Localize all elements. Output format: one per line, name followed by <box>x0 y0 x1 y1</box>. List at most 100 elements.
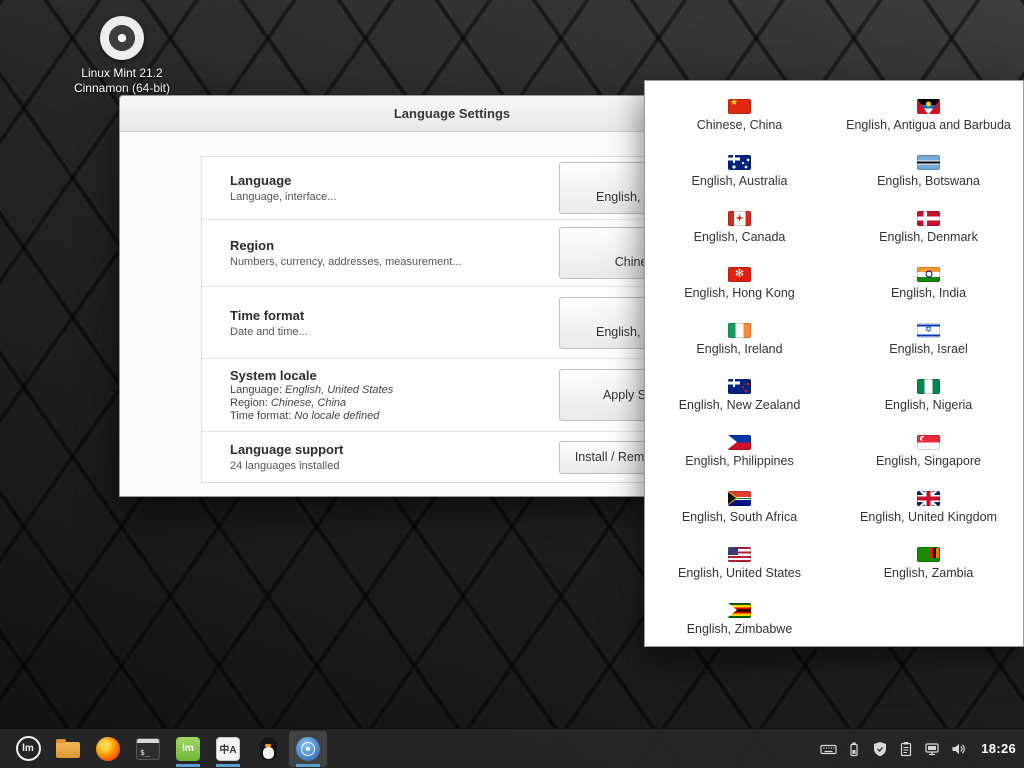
battery-icon <box>846 741 862 757</box>
flag-australia-icon <box>728 155 751 170</box>
mint-menu-button[interactable]: lm <box>9 731 47 767</box>
row-subtitle-language-support: 24 languages installed <box>230 460 343 472</box>
language-option-label: English, South Africa <box>682 510 797 524</box>
language-option-english-australia[interactable]: English, Australia <box>645 143 834 199</box>
language-option-english-israel[interactable]: English, Israel <box>834 311 1023 367</box>
detail-value: Chinese, China <box>271 397 346 409</box>
row-subtitle-language: Language, interface... <box>230 191 336 203</box>
taskbar-clock[interactable]: 18:26 <box>981 741 1016 756</box>
flag-nigeria-icon <box>917 379 940 394</box>
language-option-label: English, Zambia <box>884 566 974 580</box>
volume-icon <box>950 741 966 757</box>
language-option-label: English, Zimbabwe <box>687 622 793 636</box>
tux-icon <box>260 737 277 760</box>
detail-label: Region: <box>230 397 268 409</box>
desktop-icon-label-line2: Cinnamon (64-bit) <box>72 81 172 96</box>
language-option-english-denmark[interactable]: English, Denmark <box>834 199 1023 255</box>
language-option-english-nigeria[interactable]: English, Nigeria <box>834 367 1023 423</box>
detail-value: English, United States <box>285 384 393 396</box>
flag-new-zealand-icon <box>728 379 751 394</box>
language-option-english-south-africa[interactable]: English, South Africa <box>645 479 834 535</box>
reports-tray-button[interactable] <box>893 731 919 767</box>
language-option-english-ireland[interactable]: English, Ireland <box>645 311 834 367</box>
files-icon <box>56 742 80 758</box>
row-title-region: Region <box>230 238 462 253</box>
battery-tray-button[interactable] <box>841 731 867 767</box>
language-option-english-india[interactable]: English, India <box>834 255 1023 311</box>
language-option-label: English, Antigua and Barbuda <box>846 118 1011 132</box>
flag-botswana-icon <box>917 155 940 170</box>
flag-israel-icon <box>917 323 940 338</box>
flag-south-africa-icon <box>728 491 751 506</box>
taskbar: lm $_ lm 中A <box>0 728 1024 768</box>
language-option-english-botswana[interactable]: English, Botswana <box>834 143 1023 199</box>
mint-menu-icon: lm <box>16 736 41 761</box>
flag-denmark-icon <box>917 211 940 226</box>
language-option-english-new-zealand[interactable]: English, New Zealand <box>645 367 834 423</box>
language-settings-icon <box>296 737 320 761</box>
language-option-english-united-kingdom[interactable]: English, United Kingdom <box>834 479 1023 535</box>
language-option-label: English, India <box>891 286 966 300</box>
flag-zambia-icon <box>917 547 940 562</box>
network-tray-button[interactable] <box>919 731 945 767</box>
detail-label: Time format: <box>230 410 291 422</box>
language-option-label: English, Singapore <box>876 454 981 468</box>
volume-tray-button[interactable] <box>945 731 971 767</box>
shield-icon <box>872 741 888 757</box>
mint-installer-window-button[interactable]: lm <box>169 731 207 767</box>
language-option-english-hong-kong[interactable]: English, Hong Kong <box>645 255 834 311</box>
language-option-label: English, Israel <box>889 342 968 356</box>
system-locale-time-format-line: Time format:No locale defined <box>230 410 393 422</box>
language-option-chinese-china[interactable]: Chinese, China <box>645 87 834 143</box>
language-option-english-singapore[interactable]: English, Singapore <box>834 423 1023 479</box>
row-title-time-format: Time format <box>230 308 308 323</box>
flag-antigua-and-barbuda-icon <box>917 99 940 114</box>
system-locale-region-line: Region:Chinese, China <box>230 397 393 409</box>
files-launcher-button[interactable] <box>49 731 87 767</box>
firewall-tray-button[interactable] <box>867 731 893 767</box>
input-method-window-button[interactable]: 中A <box>209 731 247 767</box>
desktop-icon-label-line1: Linux Mint 21.2 <box>72 66 172 81</box>
tux-app-window-button[interactable] <box>249 731 287 767</box>
desktop-icon-linux-mint[interactable]: Linux Mint 21.2 Cinnamon (64-bit) <box>72 16 172 96</box>
window-title: Language Settings <box>394 106 510 121</box>
flag-singapore-icon <box>917 435 940 450</box>
terminal-launcher-button[interactable]: $_ <box>129 731 167 767</box>
language-option-label: English, Nigeria <box>885 398 973 412</box>
language-option-label: English, Australia <box>692 174 788 188</box>
terminal-icon: $_ <box>136 738 160 760</box>
row-title-system-locale: System locale <box>230 368 393 383</box>
language-option-label: English, Denmark <box>879 230 978 244</box>
flag-india-icon <box>917 267 940 282</box>
language-option-english-philippines[interactable]: English, Philippines <box>645 423 834 479</box>
row-title-language: Language <box>230 173 336 188</box>
language-option-english-antigua-and-barbuda[interactable]: English, Antigua and Barbuda <box>834 87 1023 143</box>
row-subtitle-time-format: Date and time... <box>230 326 308 338</box>
language-picker-popup: Chinese, China English, Antigua and Barb… <box>644 80 1024 647</box>
language-option-english-united-states[interactable]: English, United States <box>645 535 834 591</box>
language-option-english-zambia[interactable]: English, Zambia <box>834 535 1023 591</box>
firefox-icon <box>96 737 120 761</box>
flag-china-icon <box>728 99 751 114</box>
language-option-label: English, Philippines <box>685 454 793 468</box>
language-settings-window-button[interactable] <box>289 731 327 767</box>
language-option-english-zimbabwe[interactable]: English, Zimbabwe <box>645 591 834 647</box>
language-option-english-canada[interactable]: English, Canada <box>645 199 834 255</box>
flag-hong-kong-icon <box>728 267 751 282</box>
language-option-label: English, Canada <box>694 230 786 244</box>
language-option-label: English, Ireland <box>696 342 782 356</box>
clipboard-icon <box>898 741 914 757</box>
keyboard-layout-tray-button[interactable] <box>815 731 841 767</box>
flag-zimbabwe-icon <box>728 603 751 618</box>
language-option-label: English, United States <box>678 566 801 580</box>
flag-united-kingdom-icon <box>917 491 940 506</box>
flag-canada-icon <box>728 211 751 226</box>
network-icon <box>924 741 940 757</box>
system-locale-language-line: Language:English, United States <box>230 384 393 396</box>
language-option-label: Chinese, China <box>697 118 782 132</box>
flag-philippines-icon <box>728 435 751 450</box>
firefox-launcher-button[interactable] <box>89 731 127 767</box>
language-option-label: English, Botswana <box>877 174 980 188</box>
language-option-label: English, United Kingdom <box>860 510 997 524</box>
row-subtitle-region: Numbers, currency, addresses, measuremen… <box>230 256 462 268</box>
